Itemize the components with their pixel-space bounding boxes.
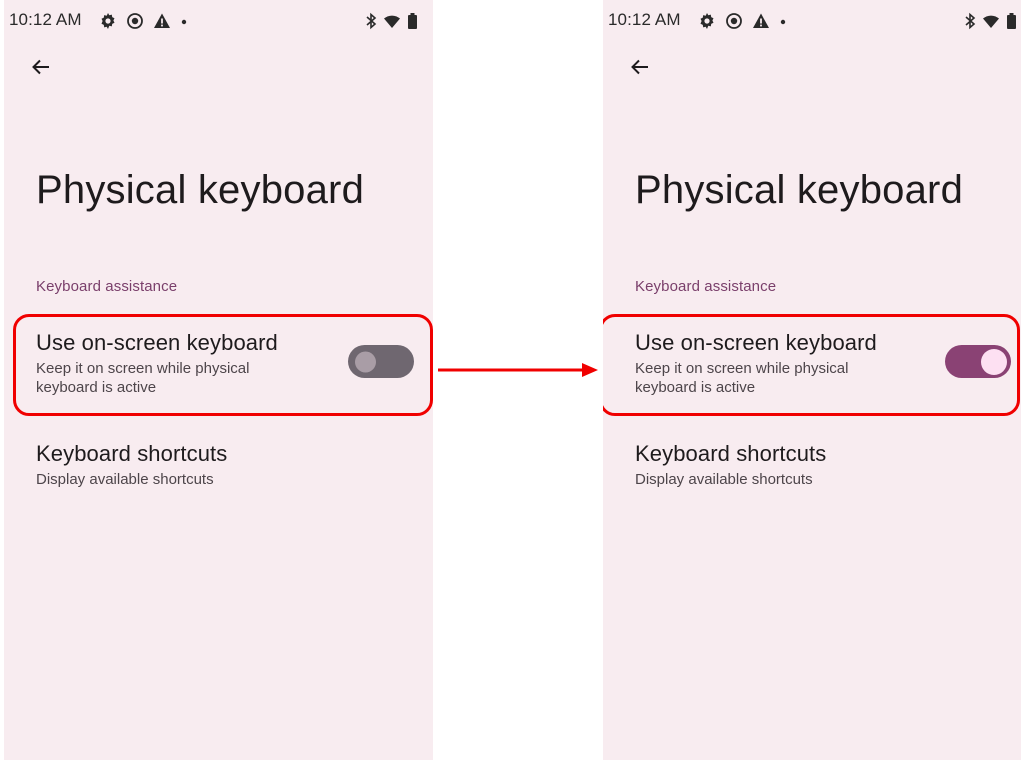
system-icons [365,12,418,30]
gear-icon [698,12,716,30]
status-time: 10:12 AM [9,10,82,29]
pref-summary: Keep it on screen while physical keyboar… [36,360,250,396]
pref-summary: Display available shortcuts [36,471,214,488]
screen-after: 10:12 AM Physical keyboard Keyboard assi… [603,0,1021,760]
pref-title: Use on-screen keyboard [36,330,278,355]
dot-icon [779,12,787,30]
battery-icon [1006,12,1017,30]
onscreen-keyboard-toggle[interactable] [348,345,414,378]
pref-title: Keyboard shortcuts [36,441,228,466]
use-onscreen-keyboard-item[interactable]: Use on-screen keyboard Keep it on screen… [635,329,995,397]
back-button[interactable] [26,52,56,82]
warning-icon [153,12,171,30]
status-bar: 10:12 AM [4,0,433,40]
onscreen-keyboard-toggle[interactable] [945,345,1011,378]
record-icon [126,12,144,30]
arrow-back-icon [32,59,49,75]
record-icon [725,12,743,30]
pref-summary: Display available shortcuts [635,471,813,488]
screen-before: 10:12 AM Physical keyboard Keyboard assi… [4,0,433,760]
dot-icon [180,12,188,30]
arrow-back-icon [631,59,648,75]
section-header-keyboard-assistance: Keyboard assistance [635,278,777,295]
bluetooth-icon [964,12,976,30]
warning-icon [752,12,770,30]
battery-icon [407,12,418,30]
toggle-thumb [981,348,1007,375]
status-bar: 10:12 AM [603,0,1021,40]
keyboard-shortcuts-item[interactable]: Keyboard shortcuts Display available sho… [635,440,995,489]
page-title: Physical keyboard [36,168,365,212]
system-icons [964,12,1017,30]
notification-icons [698,12,787,30]
back-button[interactable] [625,52,655,82]
status-time: 10:12 AM [608,10,681,29]
pref-title: Use on-screen keyboard [635,330,877,355]
page-title: Physical keyboard [635,168,964,212]
section-header-keyboard-assistance: Keyboard assistance [36,278,178,295]
keyboard-shortcuts-item[interactable]: Keyboard shortcuts Display available sho… [36,440,396,489]
wifi-icon [982,12,1000,30]
bluetooth-icon [365,12,377,30]
gear-icon [99,12,117,30]
pref-summary: Keep it on screen while physical keyboar… [635,360,849,396]
transition-arrow-icon [438,363,598,377]
wifi-icon [383,12,401,30]
toggle-thumb [355,351,376,372]
use-onscreen-keyboard-item[interactable]: Use on-screen keyboard Keep it on screen… [36,329,396,397]
notification-icons [99,12,188,30]
pref-title: Keyboard shortcuts [635,441,827,466]
